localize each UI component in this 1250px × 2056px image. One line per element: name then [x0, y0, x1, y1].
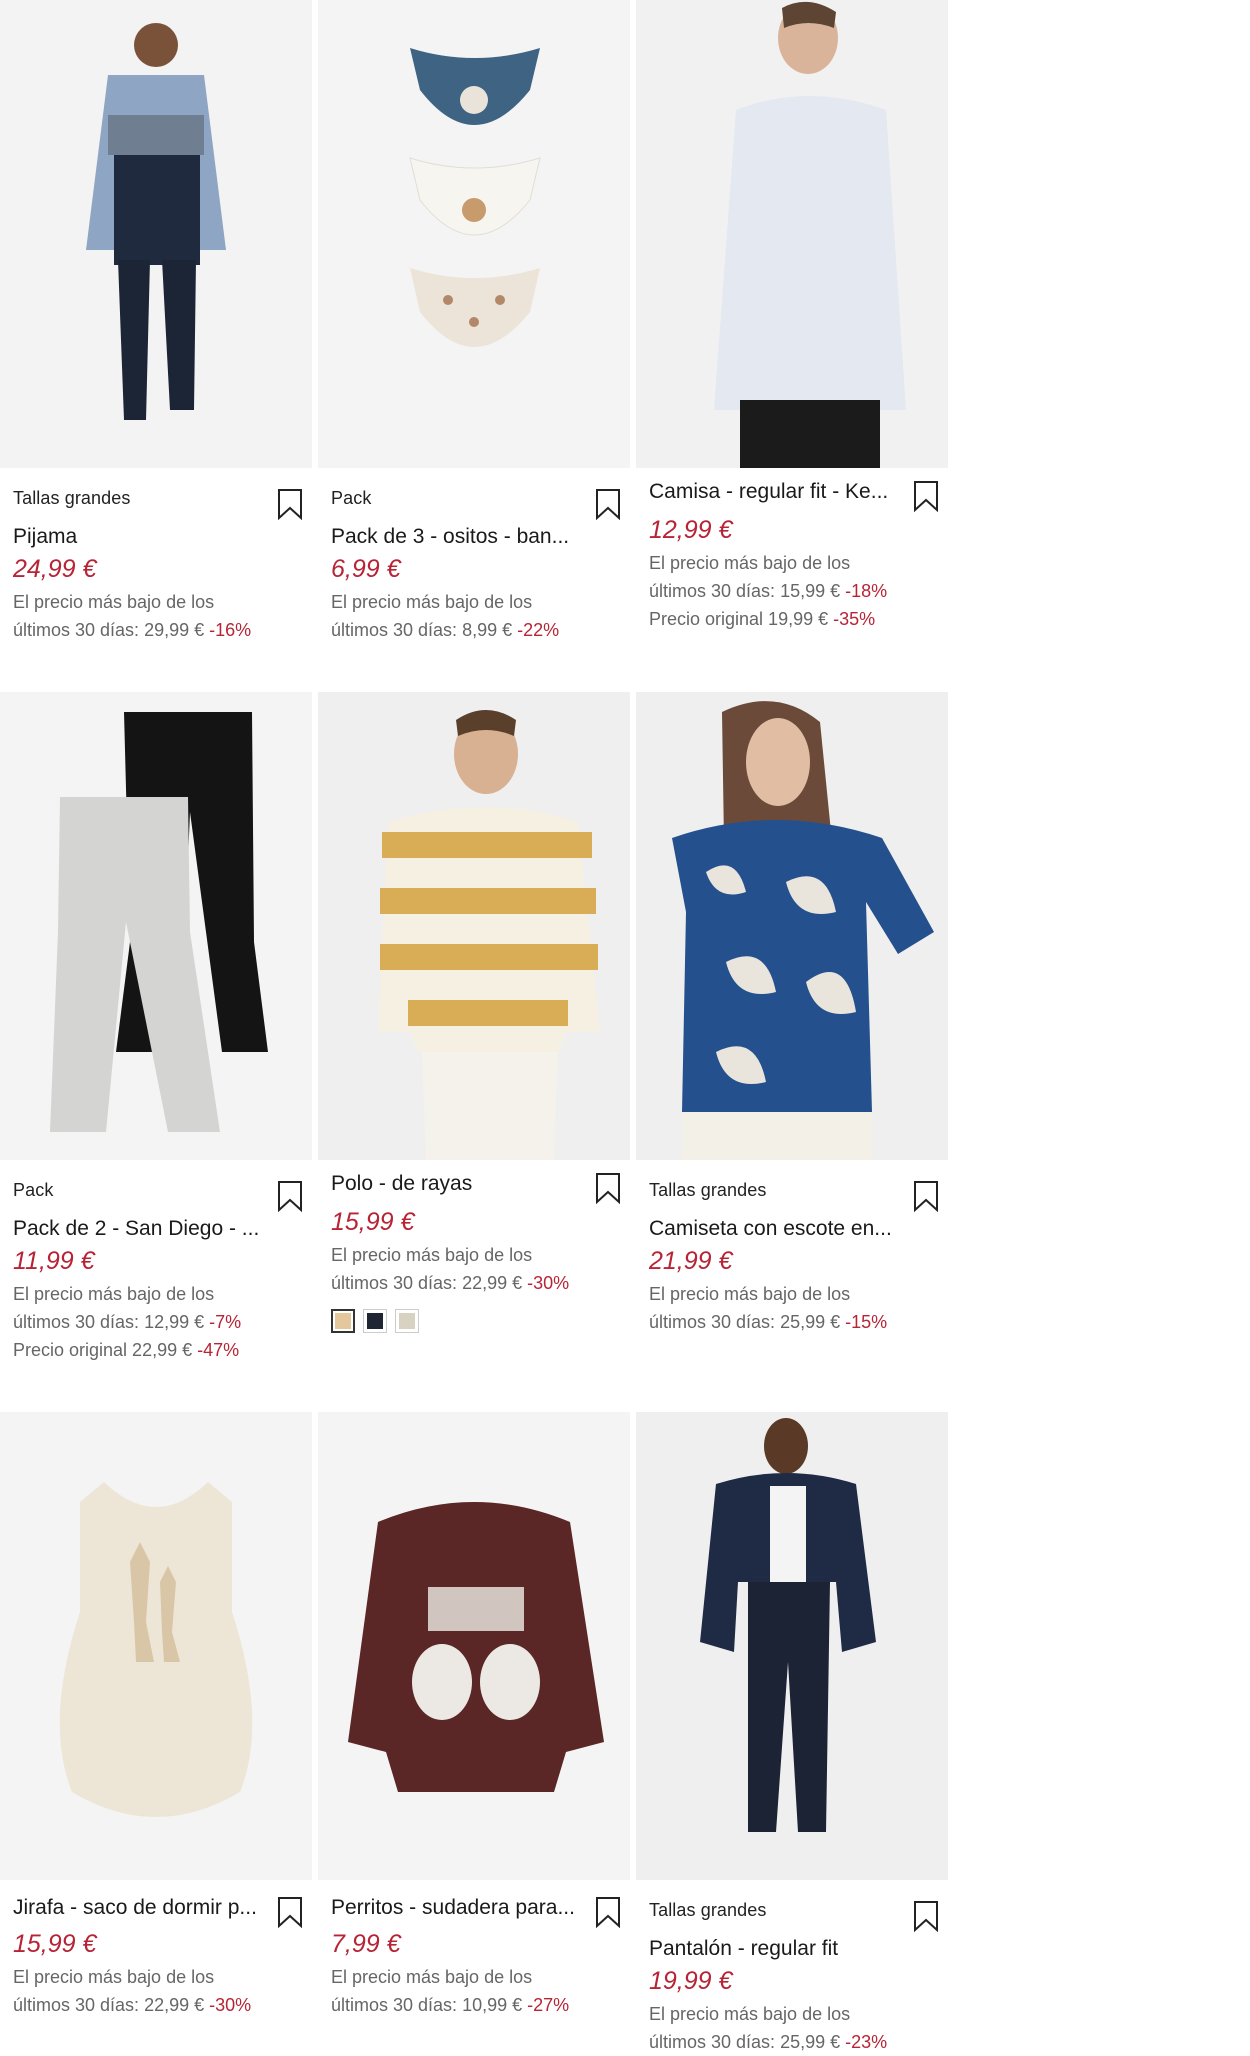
product-info: Tallas grandes Pantalón - regular fit 19… [649, 1900, 939, 2056]
product-title[interactable]: Pantalón - regular fit [649, 1937, 838, 1961]
price-note: El precio más bajo de los últimos 30 día… [649, 1280, 939, 1336]
price-note-line: Precio original 22,99 € -47% [13, 1340, 240, 1360]
price-note: El precio más bajo de los últimos 30 día… [649, 549, 939, 633]
product-tag: Pack [13, 1180, 54, 1200]
color-swatch[interactable] [363, 1309, 387, 1333]
price-note-line: El precio más bajo de los [331, 1967, 533, 1987]
product-image-sweatshirt[interactable] [318, 1412, 630, 1880]
product-title[interactable]: Camisa - regular fit - Ke... [649, 480, 888, 504]
product-price: 11,99 € [13, 1247, 95, 1275]
product-title[interactable]: Perritos - sudadera para... [331, 1896, 575, 1920]
price-note-line: El precio más bajo de los [13, 1284, 215, 1304]
price-note-line: El precio más bajo de los [331, 1245, 533, 1265]
product-image-polo[interactable] [318, 692, 630, 1160]
product-price: 15,99 € [331, 1208, 415, 1236]
product-price: 15,99 € [13, 1930, 97, 1958]
price-note-line: El precio más bajo de los [649, 2004, 851, 2024]
color-swatch[interactable] [331, 1309, 355, 1333]
product-price: 19,99 € [649, 1967, 733, 1995]
price-note-line: últimos 30 días: 8,99 € -22% [331, 620, 560, 640]
product-price: 12,99 € [649, 516, 733, 544]
product-info: Tallas grandes Camiseta con escote en...… [649, 1180, 939, 1336]
product-image-pijama[interactable] [0, 0, 312, 468]
product-info: Jirafa - saco de dormir p... 15,99 € El … [13, 1896, 303, 2019]
product-title[interactable]: Pack de 3 - ositos - ban... [331, 525, 569, 549]
price-note: El precio más bajo de los últimos 30 día… [13, 1280, 303, 1364]
price-note-line: El precio más bajo de los [649, 1284, 851, 1304]
price-note-line: últimos 30 días: 29,99 € -16% [13, 620, 252, 640]
product-price: 24,99 € [13, 555, 97, 583]
price-note-line: últimos 30 días: 25,99 € -15% [649, 1312, 888, 1332]
price-note-line: El precio más bajo de los [13, 592, 215, 612]
product-image-pantalon[interactable] [636, 1412, 948, 1880]
bookmark-icon[interactable] [913, 1180, 939, 1212]
product-tag: Tallas grandes [13, 488, 131, 508]
color-swatch[interactable] [395, 1309, 419, 1333]
price-note: El precio más bajo de los últimos 30 día… [649, 2000, 939, 2056]
product-image-sleeping-bag[interactable] [0, 1412, 312, 1880]
product-info: Pack Pack de 2 - San Diego - ... 11,99 €… [13, 1180, 303, 1364]
price-note-line: últimos 30 días: 25,99 € -23% [649, 2032, 888, 2052]
swatch-fill [335, 1313, 351, 1329]
price-note-line: Precio original 19,99 € -35% [649, 609, 876, 629]
product-price: 7,99 € [331, 1930, 401, 1958]
product-title[interactable]: Jirafa - saco de dormir p... [13, 1896, 257, 1920]
price-note-line: El precio más bajo de los [649, 553, 851, 573]
product-image-pants-pack[interactable] [0, 692, 312, 1160]
bookmark-icon[interactable] [595, 1896, 621, 1928]
price-note-line: El precio más bajo de los [331, 592, 533, 612]
product-title[interactable]: Pack de 2 - San Diego - ... [13, 1217, 259, 1241]
color-swatches [331, 1309, 621, 1333]
bookmark-icon[interactable] [595, 488, 621, 520]
bookmark-icon[interactable] [913, 1900, 939, 1932]
product-title[interactable]: Polo - de rayas [331, 1172, 472, 1196]
product-title[interactable]: Camiseta con escote en... [649, 1217, 892, 1241]
product-title[interactable]: Pijama [13, 525, 130, 549]
product-info: Camisa - regular fit - Ke... 12,99 € El … [649, 480, 939, 633]
price-note-line: últimos 30 días: 10,99 € -27% [331, 1995, 570, 2015]
product-info: Polo - de rayas 15,99 € El precio más ba… [331, 1172, 621, 1333]
bookmark-icon[interactable] [277, 1180, 303, 1212]
price-note: El precio más bajo de los últimos 30 día… [13, 1963, 303, 2019]
price-note-line: últimos 30 días: 15,99 € -18% [649, 581, 888, 601]
price-note: El precio más bajo de los últimos 30 día… [13, 588, 303, 644]
product-image-camisa[interactable] [636, 0, 948, 468]
price-note-line: últimos 30 días: 12,99 € -7% [13, 1312, 242, 1332]
price-note-line: últimos 30 días: 22,99 € -30% [13, 1995, 252, 2015]
product-tag: Pack [331, 488, 372, 508]
price-note: El precio más bajo de los últimos 30 día… [331, 1963, 621, 2019]
price-note-line: El precio más bajo de los [13, 1967, 215, 1987]
product-image-bibs[interactable] [318, 0, 630, 468]
product-info: Tallas grandes Pijama 24,99 € El precio … [13, 488, 303, 644]
swatch-fill [399, 1313, 415, 1329]
swatch-fill [367, 1313, 383, 1329]
product-price: 6,99 € [331, 555, 401, 583]
bookmark-icon[interactable] [595, 1172, 621, 1204]
bookmark-icon[interactable] [277, 1896, 303, 1928]
product-tag: Tallas grandes [649, 1900, 767, 1920]
price-note: El precio más bajo de los últimos 30 día… [331, 1241, 621, 1297]
product-image-camiseta[interactable] [636, 692, 948, 1160]
price-note-line: últimos 30 días: 22,99 € -30% [331, 1273, 570, 1293]
bookmark-icon[interactable] [277, 488, 303, 520]
price-note: El precio más bajo de los últimos 30 día… [331, 588, 621, 644]
product-price: 21,99 € [649, 1247, 733, 1275]
product-info: Pack Pack de 3 - ositos - ban... 6,99 € … [331, 488, 621, 644]
product-tag: Tallas grandes [649, 1180, 767, 1200]
bookmark-icon[interactable] [913, 480, 939, 512]
product-info: Perritos - sudadera para... 7,99 € El pr… [331, 1896, 621, 2019]
